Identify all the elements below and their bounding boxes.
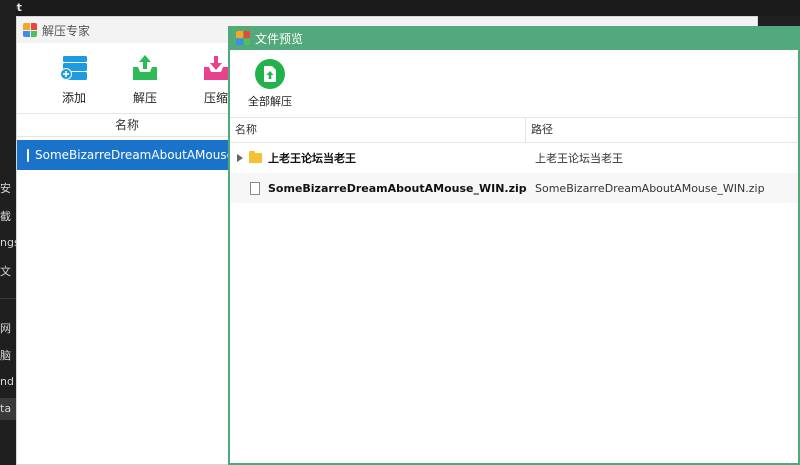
column-header-path[interactable]: 路径 [526,118,553,142]
preview-toolbar: 全部解压 [230,50,798,117]
expand-arrow-icon[interactable] [237,154,243,162]
app-logo-icon [236,31,250,45]
tree-row-name: 上老王论坛当老王 [268,152,356,165]
compress-button-label: 压缩 [203,91,228,105]
file-name: SomeBizarreDreamAboutAMouse.zip [35,148,256,162]
extract-all-label: 全部解压 [248,95,292,108]
file-icon [250,181,260,195]
background-item[interactable]: ta [0,398,16,420]
preview-window-titlebar[interactable]: 文件预览 [230,26,798,50]
main-window-title: 解压专家 [42,23,91,38]
background-item[interactable]: nd [0,375,16,388]
background-top-bar: Net [0,0,800,16]
background-item[interactable]: 脑 [0,347,16,363]
background-sidebar: 安 截 ngs 文 网 脑 nd ta [0,0,16,465]
tree-row-folder[interactable]: 上老王论坛当老王 上老王论坛当老王 [230,143,798,173]
extract-all-button[interactable]: 全部解压 [246,59,294,109]
background-divider [0,298,16,299]
tree-row-file[interactable]: SomeBizarreDreamAboutAMouse_WIN.zip Some… [230,173,798,203]
background-item[interactable]: 截 [0,208,16,224]
extract-icon [133,55,157,80]
background-item[interactable]: 安 [0,180,16,196]
background-item[interactable]: 网 [0,320,16,336]
tree-row-path: SomeBizarreDreamAboutAMouse_WIN.zip [535,181,765,195]
app-logo-icon [23,23,37,37]
tree-row-name: SomeBizarreDreamAboutAMouse_WIN.zip [268,181,527,195]
background-item[interactable]: 文 [0,263,16,279]
file-list-item-selected[interactable]: SomeBizarreDreamAboutAMouse.zip [17,140,255,170]
extract-button[interactable]: 解压 [110,53,180,106]
background-edge [758,16,800,26]
column-header-name[interactable]: 名称 [230,118,526,142]
folder-icon [249,151,262,163]
preview-column-headers: 名称 路径 [230,117,798,143]
background-item[interactable]: ngs [0,236,16,249]
file-list-header-name[interactable]: 名称 [17,113,237,137]
add-archive-icon [60,56,87,80]
file-icon [27,148,29,162]
extract-button-label: 解压 [132,91,157,105]
add-button[interactable]: 添加 [39,53,109,106]
tree-row-path: 上老王论坛当老王 [535,152,623,165]
add-button-label: 添加 [61,91,86,105]
extract-all-icon [255,59,285,89]
preview-window-title: 文件预览 [255,31,304,46]
preview-window: 文件预览 全部解压 名称 路径 上老王论坛当老王 上老王论坛当老王 SomeBi… [228,26,800,465]
